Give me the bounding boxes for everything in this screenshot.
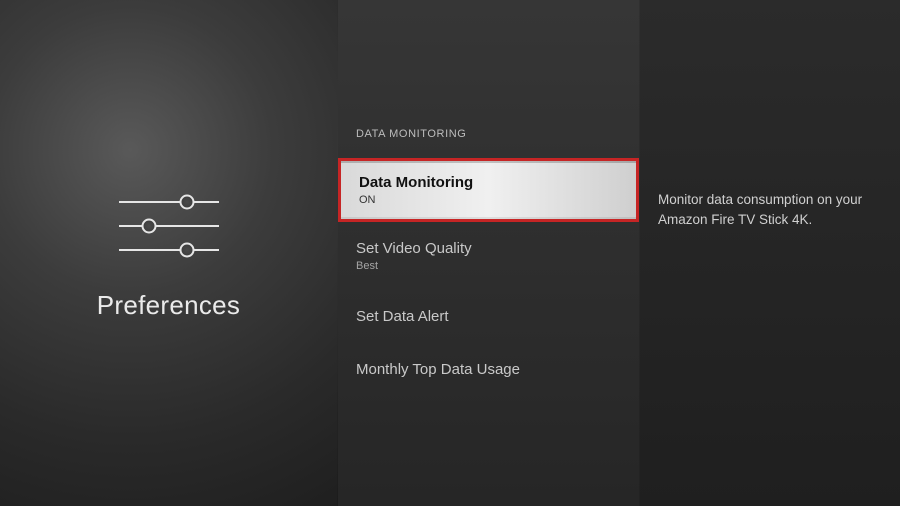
menu-item-sub: ON xyxy=(359,194,618,206)
menu-pane: DATA MONITORING Data Monitoring ON Set V… xyxy=(338,0,640,506)
menu-item-title: Set Video Quality xyxy=(356,240,621,257)
sliders-icon xyxy=(119,186,219,266)
menu-item-set-data-alert[interactable]: Set Data Alert xyxy=(338,294,639,339)
menu-item-data-monitoring[interactable]: Data Monitoring ON xyxy=(341,161,636,219)
selection-highlight: Data Monitoring ON xyxy=(338,158,639,222)
left-pane: Preferences xyxy=(0,0,338,506)
menu-item-monthly-top-data-usage[interactable]: Monthly Top Data Usage xyxy=(338,347,639,392)
menu-item-title: Data Monitoring xyxy=(359,174,618,191)
menu-item-title: Set Data Alert xyxy=(356,308,621,325)
description-pane: Monitor data consumption on your Amazon … xyxy=(640,0,900,506)
menu-item-set-video-quality[interactable]: Set Video Quality Best xyxy=(338,226,639,286)
menu-item-title: Monthly Top Data Usage xyxy=(356,361,621,378)
settings-screen: Preferences DATA MONITORING Data Monitor… xyxy=(0,0,900,506)
page-title: Preferences xyxy=(97,290,240,321)
menu-item-sub: Best xyxy=(356,260,621,272)
section-header: DATA MONITORING xyxy=(338,128,639,158)
item-description: Monitor data consumption on your Amazon … xyxy=(658,190,870,229)
